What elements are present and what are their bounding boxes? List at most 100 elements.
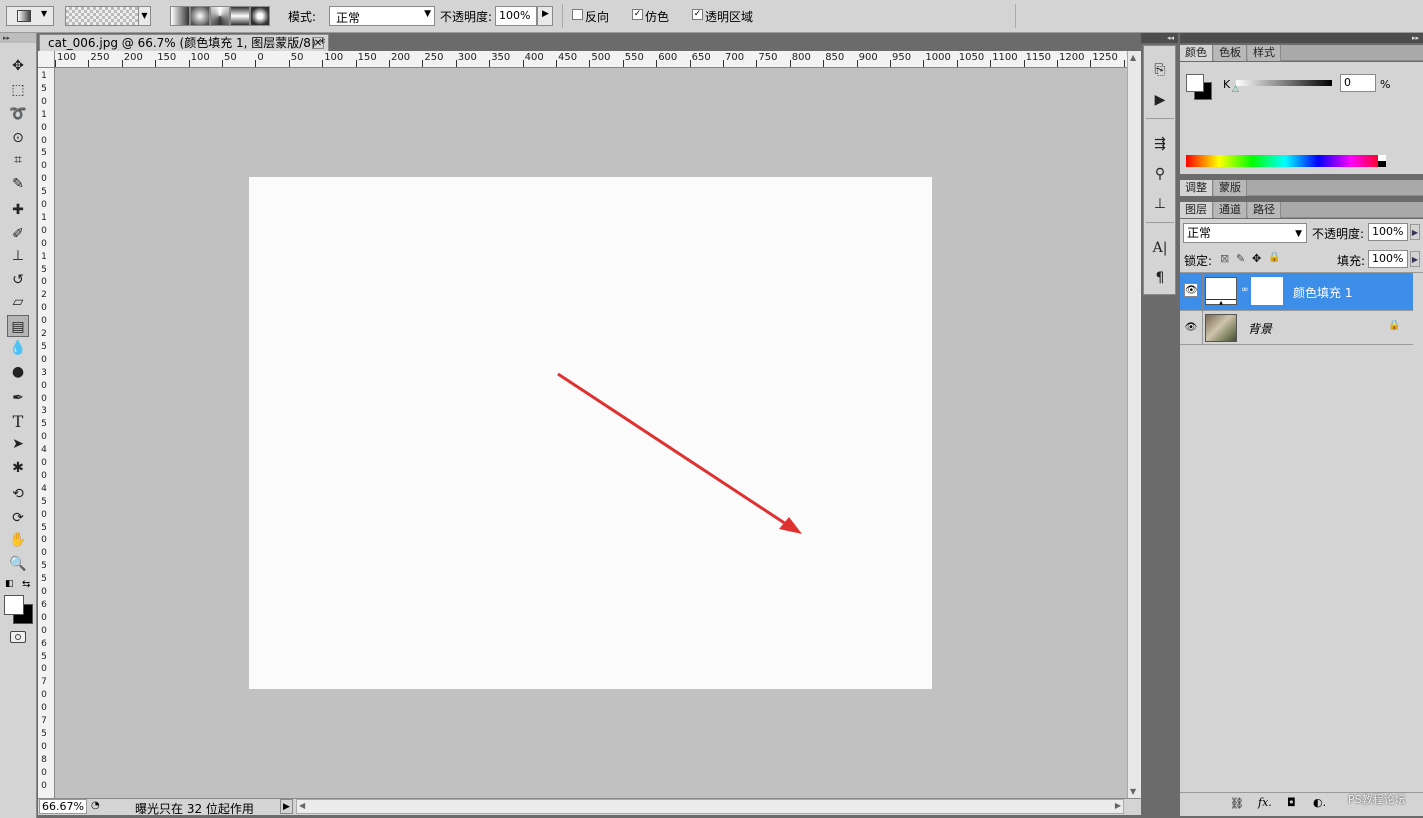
zoom-tool-icon[interactable]: 🔍 xyxy=(7,553,29,575)
fill-input[interactable]: 100% xyxy=(1368,250,1408,268)
transparency-checkbox[interactable]: ✓ xyxy=(692,9,703,20)
tool-presets-panel-icon[interactable]: ⚲ xyxy=(1150,164,1170,184)
history-brush-tool-icon[interactable]: ↺ xyxy=(7,269,29,291)
tab-styles[interactable]: 样式 xyxy=(1248,45,1281,61)
blend-mode-select[interactable]: 正常 ▼ xyxy=(1183,223,1307,243)
horizontal-scrollbar[interactable]: ◀ ▶ xyxy=(296,799,1124,814)
close-icon[interactable]: ✕ xyxy=(312,37,324,49)
3d-rotate-tool-icon[interactable]: ⟲ xyxy=(7,483,29,505)
marquee-tool-icon[interactable]: ⬚ xyxy=(7,79,29,101)
scroll-down-icon[interactable]: ▼ xyxy=(1130,787,1136,796)
zoom-field[interactable]: 66.67% xyxy=(39,799,87,814)
tab-swatches[interactable]: 色板 xyxy=(1214,45,1247,61)
fx-icon[interactable]: fx. xyxy=(1258,796,1272,809)
default-colors-icon[interactable]: ◧ xyxy=(5,579,14,589)
type-tool-icon[interactable]: T xyxy=(7,411,29,433)
swap-colors-icon[interactable]: ⇆ xyxy=(22,579,30,590)
quick-mask-icon[interactable] xyxy=(10,631,26,643)
angle-gradient-button[interactable] xyxy=(210,6,230,26)
path-select-tool-icon[interactable]: ➤ xyxy=(7,433,29,455)
color-spectrum-bar[interactable] xyxy=(1186,155,1384,167)
tab-masks[interactable]: 蒙版 xyxy=(1214,180,1247,196)
paragraph-panel-icon[interactable]: ¶ xyxy=(1150,268,1170,288)
opacity-slider-button[interactable]: ▶ xyxy=(1410,224,1420,240)
lasso-tool-icon[interactable]: ➰ xyxy=(7,103,29,125)
reverse-checkbox[interactable] xyxy=(572,9,583,20)
layer-name[interactable]: 颜色填充 1 xyxy=(1293,284,1352,301)
healing-brush-tool-icon[interactable]: ✚ xyxy=(7,199,29,221)
adjustment-icon[interactable]: ◐. xyxy=(1313,796,1326,809)
ruler-origin[interactable] xyxy=(38,51,55,68)
shape-tool-icon[interactable]: ✱ xyxy=(7,457,29,479)
tool-preset-picker[interactable]: ▼ xyxy=(6,6,54,26)
history-panel-icon[interactable]: ⎘ xyxy=(1150,60,1170,80)
scroll-up-icon[interactable]: ▲ xyxy=(1130,53,1136,62)
foreground-color-swatch[interactable] xyxy=(4,595,24,615)
opacity-slider-button[interactable]: ▶ xyxy=(537,6,553,26)
k-slider-track[interactable] xyxy=(1236,80,1332,86)
lock-transparent-icon[interactable]: ⊠ xyxy=(1220,252,1229,265)
document-tab[interactable]: cat_006.jpg @ 66.7% (颜色填充 1, 图层蒙版/8) * ✕ xyxy=(39,34,329,51)
gradient-tool-icon[interactable]: ▤ xyxy=(7,315,29,337)
k-value-input[interactable]: 0 xyxy=(1340,74,1376,92)
tab-color[interactable]: 颜色 xyxy=(1180,45,1213,61)
linear-gradient-button[interactable] xyxy=(170,6,190,26)
gradient-picker[interactable]: ▼ xyxy=(65,6,151,26)
pen-tool-icon[interactable]: ✒ xyxy=(7,387,29,409)
document-canvas[interactable] xyxy=(249,177,932,689)
ruler-label: 0 xyxy=(41,780,47,791)
foreground-color-swatch[interactable] xyxy=(1186,74,1204,92)
move-tool-icon[interactable]: ✥ xyxy=(7,55,29,77)
tab-layers[interactable]: 图层 xyxy=(1180,202,1213,218)
layer-row[interactable]: 👁 背景 🔒 xyxy=(1180,311,1413,345)
crop-tool-icon[interactable]: ⌗ xyxy=(7,149,29,171)
tab-adjustments[interactable]: 调整 xyxy=(1180,180,1213,196)
scroll-left-icon[interactable]: ◀ xyxy=(299,801,305,810)
collapse-icon[interactable]: ▸▸ xyxy=(1180,33,1423,43)
horizontal-ruler[interactable]: 100 250 200 150 100 50 0 50 100 150 200 250 300 350 40… xyxy=(55,51,1127,68)
brush-tool-icon[interactable]: ✐ xyxy=(7,223,29,245)
ruler-label: 7 xyxy=(41,716,47,726)
slider-thumb-icon[interactable]: △ xyxy=(1232,84,1239,94)
hand-tool-icon[interactable]: ✋ xyxy=(7,529,29,551)
opacity-input[interactable]: 100% xyxy=(495,6,537,26)
vertical-scrollbar[interactable]: ▲ ▼ xyxy=(1127,51,1141,798)
quick-select-tool-icon[interactable]: ⊙ xyxy=(7,127,29,149)
dodge-tool-icon[interactable]: ● xyxy=(7,361,29,383)
link-icon[interactable]: ⛓ xyxy=(1230,797,1244,810)
layer-mask-thumbnail[interactable] xyxy=(1251,277,1283,305)
diamond-gradient-button[interactable] xyxy=(250,6,270,26)
fill-label: 填充: xyxy=(1337,254,1366,268)
eye-icon[interactable]: 👁 xyxy=(1184,283,1198,297)
dither-checkbox[interactable]: ✓ xyxy=(632,9,643,20)
collapse-icon[interactable]: ◂◂ xyxy=(1141,33,1178,43)
lock-position-icon[interactable]: ✥ xyxy=(1252,252,1261,265)
layer-row[interactable]: 👁 ▲ ∞ 颜色填充 1 xyxy=(1180,273,1413,311)
3d-orbit-tool-icon[interactable]: ⟳ xyxy=(7,507,29,529)
link-icon[interactable]: ∞ xyxy=(1241,285,1249,295)
eraser-tool-icon[interactable]: ▱ xyxy=(7,291,29,313)
tab-paths[interactable]: 路径 xyxy=(1248,202,1281,218)
radial-gradient-button[interactable] xyxy=(190,6,210,26)
blur-tool-icon[interactable]: 💧 xyxy=(7,337,29,359)
actions-panel-icon[interactable]: ▶ xyxy=(1150,90,1170,110)
scroll-right-icon[interactable]: ▶ xyxy=(1115,801,1121,810)
lock-all-icon[interactable]: 🔒 xyxy=(1268,252,1280,263)
eye-icon[interactable]: 👁 xyxy=(1184,321,1198,335)
vertical-ruler[interactable]: 1 5 0 1 0 0 5 0 0 5 0 1 0 0 1 5 0 2 0 0 2 5 0 3 0 0 3 5 0 4 0 0 4 5 0 5 0 0 5 5… xyxy=(38,68,55,798)
layer-opacity-input[interactable]: 100% xyxy=(1368,223,1408,241)
status-menu-button[interactable]: ▶ xyxy=(280,799,293,814)
lock-image-icon[interactable]: ✎ xyxy=(1236,252,1245,265)
stamp-tool-icon[interactable]: ⊥ xyxy=(7,245,29,267)
mask-icon[interactable]: ◘ xyxy=(1287,796,1296,809)
brushes-panel-icon[interactable]: ⇶ xyxy=(1150,134,1170,154)
eyedropper-tool-icon[interactable]: ✎ xyxy=(7,173,29,195)
layer-name[interactable]: 背景 xyxy=(1248,320,1272,337)
fill-slider-button[interactable]: ▶ xyxy=(1410,251,1420,267)
reflected-gradient-button[interactable] xyxy=(230,6,250,26)
collapse-icon[interactable]: ▸▸ xyxy=(0,33,36,43)
tab-channels[interactable]: 通道 xyxy=(1214,202,1247,218)
clone-source-panel-icon[interactable]: ⊥ xyxy=(1150,194,1170,214)
mode-select[interactable]: 正常 ▼ xyxy=(329,6,435,26)
character-panel-icon[interactable]: A| xyxy=(1150,238,1170,258)
